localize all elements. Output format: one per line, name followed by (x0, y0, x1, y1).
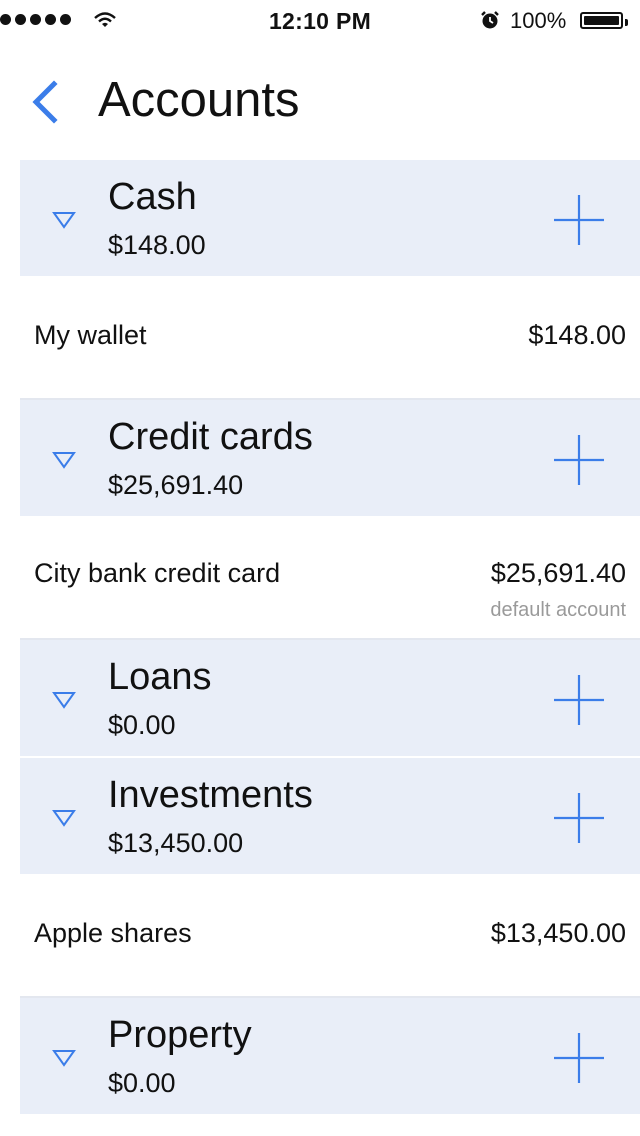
collapse-triangle-icon[interactable] (52, 808, 76, 828)
group-name: Loans (108, 656, 212, 698)
account-balance: $13,450.00 (490, 918, 626, 948)
default-account-label: default account (490, 599, 626, 621)
battery-icon (580, 12, 628, 29)
group-total: $0.00 (108, 1068, 176, 1098)
add-account-icon[interactable] (552, 433, 606, 487)
group-name: Property (108, 1014, 252, 1056)
group-name: Credit cards (108, 416, 313, 458)
account-group-header[interactable]: Property $0.00 (20, 998, 640, 1116)
page-title: Accounts (98, 73, 300, 127)
account-balance: $25,691.40 (490, 558, 626, 588)
group-total: $25,691.40 (108, 470, 244, 500)
account-row[interactable]: Apple shares $13,450.00 (20, 876, 640, 998)
collapse-triangle-icon[interactable] (52, 210, 76, 230)
group-name: Investments (108, 774, 313, 816)
add-account-icon[interactable] (552, 791, 606, 845)
collapse-triangle-icon[interactable] (52, 450, 76, 470)
add-account-icon[interactable] (552, 193, 606, 247)
add-account-icon[interactable] (552, 1031, 606, 1085)
group-total: $0.00 (108, 710, 176, 740)
battery-percent: 100% (510, 8, 567, 33)
account-row[interactable]: My wallet $148.00 (20, 278, 640, 400)
group-total: $148.00 (108, 230, 206, 260)
group-total: $13,450.00 (108, 828, 244, 858)
alarm-icon (481, 11, 499, 29)
account-group-header[interactable]: Investments $13,450.00 (20, 758, 640, 876)
collapse-triangle-icon[interactable] (52, 690, 76, 710)
collapse-triangle-icon[interactable] (52, 1048, 76, 1068)
account-name: Apple shares (34, 918, 192, 948)
account-name: City bank credit card (34, 558, 281, 588)
account-row[interactable]: City bank credit card $25,691.40 default a… (20, 518, 640, 640)
account-group-header[interactable]: Credit cards $25,691.40 (20, 400, 640, 518)
group-name: Cash (108, 176, 197, 218)
add-account-icon[interactable] (552, 673, 606, 727)
accounts-list: Cash $148.00 My wallet $148.00 Credit cards $… (20, 160, 640, 1116)
account-group-header[interactable]: Cash $148.00 (20, 160, 640, 278)
account-group-header[interactable]: Loans $0.00 (20, 640, 640, 758)
status-bar: 12:10 PM 100% (0, 0, 640, 40)
account-balance: $148.00 (528, 320, 626, 350)
account-name: My wallet (34, 320, 147, 350)
chevron-left-icon (32, 80, 58, 124)
back-button[interactable] (28, 80, 64, 124)
